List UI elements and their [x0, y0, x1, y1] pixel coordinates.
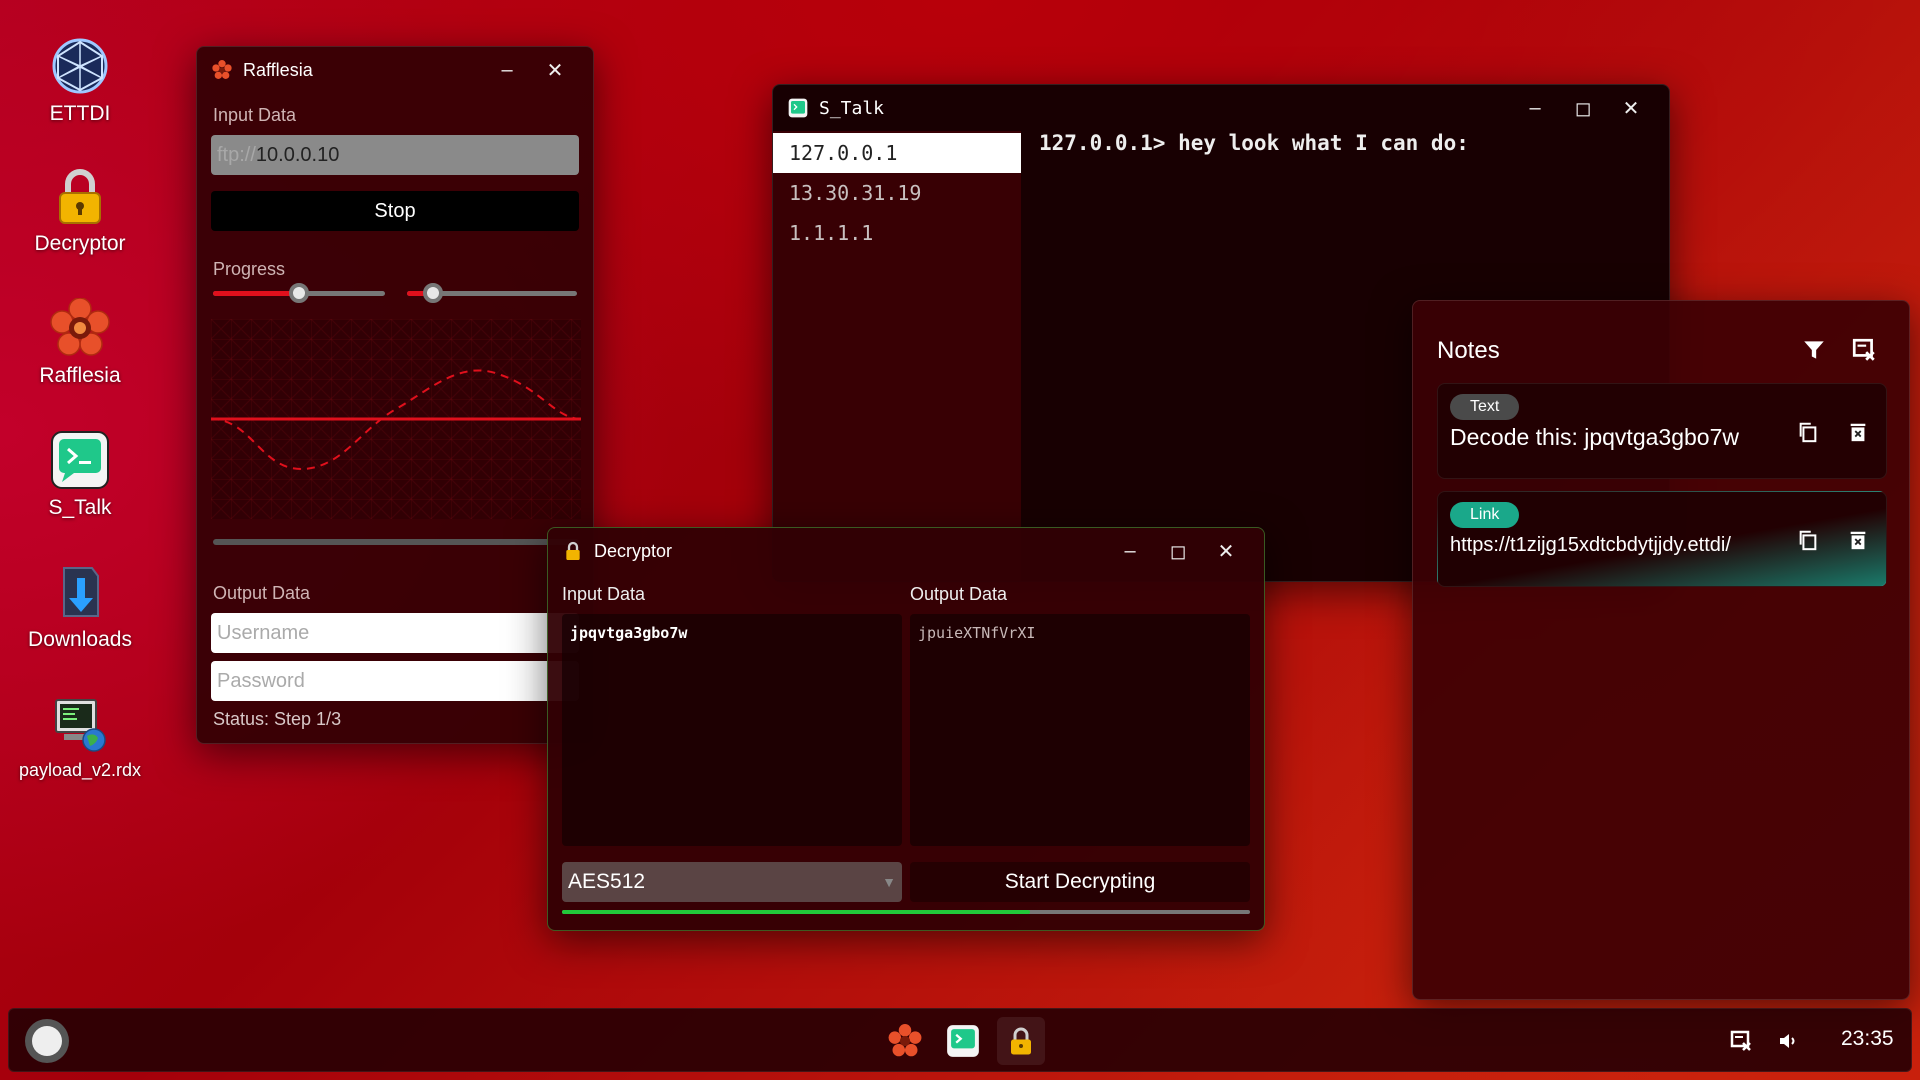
input-data-field[interactable]: ftp:// 10.0.0.10 — [211, 135, 579, 175]
desktop-icon-downloads[interactable]: Downloads — [0, 562, 160, 652]
notes-title: Notes — [1437, 337, 1500, 364]
padlock-icon — [562, 540, 584, 562]
terminal-chat-icon — [787, 97, 809, 119]
status-text: Status: Step 1/3 — [213, 709, 342, 729]
network-globe-icon — [50, 36, 110, 96]
start-button[interactable] — [25, 1019, 69, 1063]
progress-slider-1[interactable] — [213, 283, 385, 303]
username-placeholder: Username — [217, 621, 310, 644]
rafflesia-flower-icon — [211, 59, 233, 81]
password-placeholder: Password — [217, 669, 305, 692]
clear-notes-icon[interactable] — [1851, 337, 1881, 367]
rafflesia-titlebar[interactable]: Rafflesia – ✕ — [197, 47, 593, 93]
peer-item[interactable]: 13.30.31.19 — [773, 173, 1021, 213]
input-data-label: Input Data — [213, 105, 297, 125]
minimize-button[interactable]: – — [483, 47, 531, 93]
password-field[interactable]: Password — [211, 661, 579, 701]
taskbar-app-rafflesia[interactable] — [881, 1017, 929, 1065]
padlock-icon — [50, 166, 110, 226]
url-prefix: ftp:// — [217, 143, 256, 166]
filter-icon[interactable] — [1801, 337, 1831, 367]
download-folder-icon — [50, 562, 110, 622]
output-data-label: Output Data — [910, 584, 1008, 604]
decrypt-progress-fill — [562, 910, 1030, 914]
taskbar-app-decryptor[interactable] — [997, 1017, 1045, 1065]
decryptor-window: Decryptor – ◻ ✕ Input Data Output Data j… — [547, 527, 1265, 931]
progress-slider-2[interactable] — [407, 283, 577, 303]
close-button[interactable]: ✕ — [531, 47, 579, 93]
start-circle-icon — [32, 1026, 62, 1056]
algorithm-select[interactable]: AES512 ▼ — [562, 862, 902, 902]
stop-button[interactable]: Stop — [211, 191, 579, 231]
peer-item[interactable]: 1.1.1.1 — [773, 213, 1021, 253]
stop-button-label: Stop — [374, 199, 416, 222]
taskbar-app-stalk[interactable] — [939, 1017, 987, 1065]
algorithm-selected: AES512 — [568, 870, 646, 893]
username-field[interactable]: Username — [211, 613, 579, 653]
maximize-button[interactable]: ◻ — [1154, 528, 1202, 574]
clock: 23:35 — [1841, 1027, 1894, 1050]
note-tag: Text — [1450, 394, 1520, 420]
desktop-icon-label: Rafflesia — [39, 364, 121, 387]
note-link[interactable]: https://t1zijg15xdtcbdytjjdy.ettdi/ — [1450, 534, 1731, 557]
desktop-icon-payload[interactable]: payload_v2.rdx — [0, 694, 160, 781]
maximize-button[interactable]: ◻ — [1559, 85, 1607, 131]
output-data-textarea[interactable]: jpuieXTNfVrXI — [910, 614, 1250, 846]
slider-handle[interactable] — [422, 283, 443, 303]
desktop-icon-rafflesia[interactable]: Rafflesia — [0, 297, 160, 388]
chat-message: 127.0.0.1> hey look what I can do: — [1039, 131, 1469, 155]
waveform-graph — [210, 319, 582, 519]
rafflesia-window: Rafflesia – ✕ Input Data ftp:// 10.0.0.1… — [196, 46, 594, 744]
terminal-chat-icon — [50, 430, 110, 490]
delete-icon[interactable] — [1844, 526, 1872, 554]
desktop-icon-label: ETTDI — [49, 102, 111, 125]
desktop-icon-label: Decryptor — [34, 232, 126, 255]
rafflesia-flower-icon — [888, 1024, 922, 1057]
copy-icon[interactable] — [1794, 526, 1822, 554]
padlock-icon — [1011, 1027, 1031, 1055]
notes-tray-icon[interactable] — [1729, 1029, 1755, 1055]
note-card-text[interactable]: Text Decode this: jpqvtga3gbo7w — [1437, 383, 1887, 479]
input-data-label: Input Data — [562, 584, 646, 604]
taskbar: 23:35 — [8, 1008, 1912, 1072]
scroll-track[interactable] — [213, 539, 579, 545]
window-title: Decryptor — [594, 540, 673, 561]
chevron-down-icon: ▼ — [882, 874, 896, 890]
rafflesia-flower-icon — [50, 297, 110, 358]
note-text: Decode this: jpqvtga3gbo7w — [1450, 424, 1739, 450]
close-button[interactable]: ✕ — [1607, 85, 1655, 131]
window-title: S_Talk — [819, 97, 885, 119]
desktop-icon-label: S_Talk — [48, 496, 112, 519]
desktop-icon-stalk[interactable]: S_Talk — [0, 430, 160, 520]
decrypt-progress-bar — [562, 910, 1250, 914]
close-button[interactable]: ✕ — [1202, 528, 1250, 574]
desktop-icon-label: Downloads — [28, 628, 132, 651]
url-value: 10.0.0.10 — [255, 143, 340, 166]
note-card-link[interactable]: Link https://t1zijg15xdtcbdytjjdy.ettdi/ — [1437, 491, 1887, 587]
desktop-icon-decryptor[interactable]: Decryptor — [0, 166, 160, 256]
peer-list-items: 127.0.0.1 13.30.31.19 1.1.1.1 — [773, 133, 1021, 253]
minimize-button[interactable]: – — [1106, 528, 1154, 574]
copy-icon[interactable] — [1794, 418, 1822, 446]
start-decrypting-label: Start Decrypting — [1004, 870, 1156, 893]
payload-file-icon — [50, 694, 110, 754]
note-tag: Link — [1450, 502, 1520, 528]
terminal-chat-icon — [947, 1025, 979, 1057]
window-title: Rafflesia — [243, 59, 313, 80]
volume-icon[interactable] — [1777, 1029, 1803, 1055]
start-decrypting-button[interactable]: Start Decrypting — [910, 862, 1250, 902]
stalk-titlebar[interactable]: S_Talk – ◻ ✕ — [773, 85, 1669, 131]
peer-item[interactable]: 127.0.0.1 — [773, 133, 1021, 173]
output-data-label: Output Data — [213, 583, 311, 603]
notes-window: Notes Text Decode this: jpqvtga3gbo7w Li… — [1412, 300, 1910, 1000]
decryptor-titlebar[interactable]: Decryptor – ◻ ✕ — [548, 528, 1264, 574]
input-data-textarea[interactable]: jpqvtga3gbo7w — [562, 614, 902, 846]
delete-icon[interactable] — [1844, 418, 1872, 446]
desktop-icon-ettdi[interactable]: ETTDI — [0, 36, 160, 126]
slider-handle[interactable] — [289, 283, 309, 303]
progress-label: Progress — [213, 259, 286, 279]
desktop-icon-label: payload_v2.rdx — [18, 760, 142, 780]
minimize-button[interactable]: – — [1511, 85, 1559, 131]
